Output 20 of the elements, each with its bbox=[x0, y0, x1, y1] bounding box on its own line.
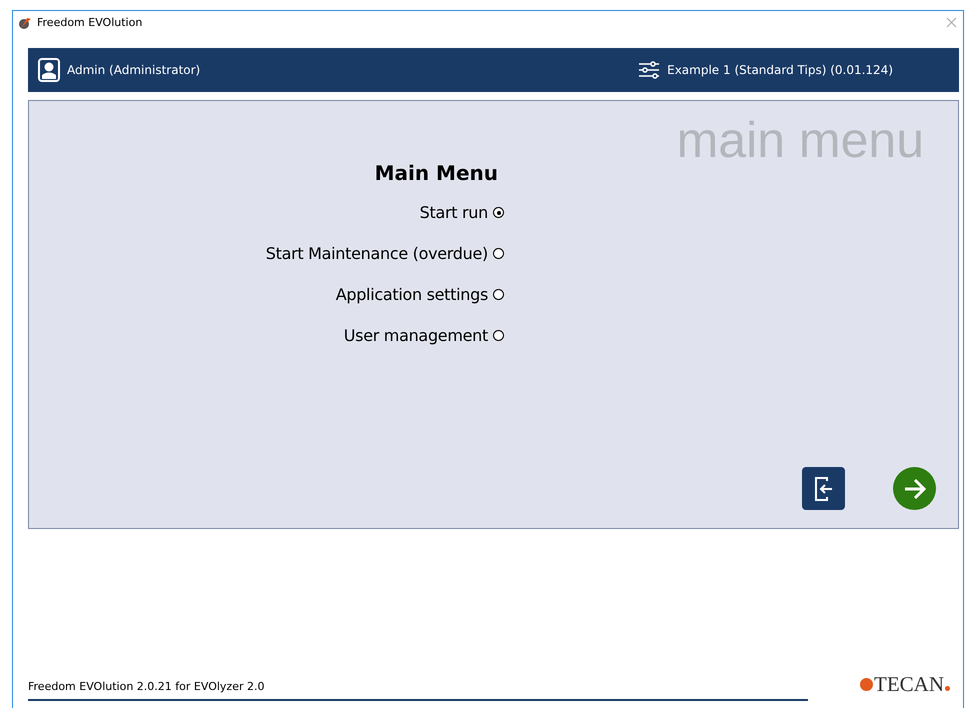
radio-button[interactable] bbox=[493, 289, 504, 300]
radio-button[interactable] bbox=[493, 330, 504, 341]
radio-button[interactable] bbox=[493, 248, 504, 259]
next-button[interactable] bbox=[893, 467, 936, 510]
menu-option[interactable]: Start Maintenance (overdue) bbox=[266, 244, 488, 263]
logout-button[interactable] bbox=[802, 467, 845, 510]
version-label: Freedom EVOlution 2.0.21 for EVOlyzer 2.0 bbox=[28, 680, 808, 701]
menu-title: Main Menu bbox=[374, 161, 498, 185]
arrow-right-icon bbox=[902, 478, 926, 500]
company-logo: TECAN bbox=[860, 672, 950, 697]
menu-option[interactable]: Application settings bbox=[336, 285, 488, 304]
menu-option[interactable]: Start run bbox=[420, 203, 488, 222]
method-label: Example 1 (Standard Tips) (0.01.124) bbox=[667, 63, 893, 77]
user-icon[interactable] bbox=[38, 58, 60, 82]
radio-button[interactable] bbox=[493, 207, 504, 218]
app-logo-icon bbox=[18, 16, 32, 30]
sliders-icon[interactable] bbox=[638, 61, 660, 79]
user-label: Admin (Administrator) bbox=[67, 63, 200, 77]
window-title: Freedom EVOlution bbox=[37, 16, 144, 29]
menu-option[interactable]: User management bbox=[344, 326, 488, 345]
